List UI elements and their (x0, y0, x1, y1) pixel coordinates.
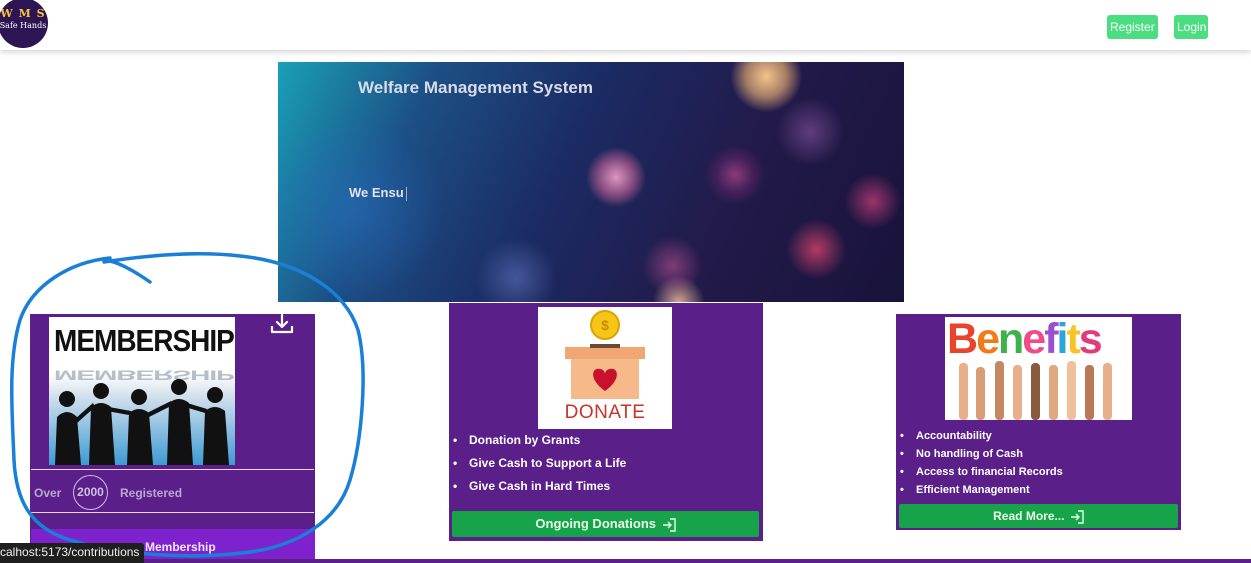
enter-icon (1070, 510, 1084, 524)
page: W M S Safe Hands Register Login Welfare … (0, 0, 1251, 563)
list-item: Efficient Management (896, 482, 1063, 500)
benefits-card: Benefits Accountability No handling of C… (896, 314, 1181, 530)
donations-card: $ DONATE Donation by Grants Give Cash to… (449, 303, 763, 541)
read-more-label: Read More... (993, 509, 1065, 523)
list-item: Donation by Grants (449, 432, 626, 455)
list-item: No handling of Cash (896, 446, 1063, 464)
stat-registered-label: Registered (120, 486, 183, 500)
list-item: Access to financial Records (896, 464, 1063, 482)
benefits-list: Accountability No handling of Cash Acces… (896, 428, 1063, 500)
membership-image-text: MEMBERSHIP (54, 323, 235, 358)
logo-initials: W M S (0, 7, 46, 20)
top-navbar: W M S Safe Hands Register Login (0, 0, 1251, 50)
membership-stats: Over 2000 Registered (31, 469, 314, 513)
enter-icon (662, 517, 676, 532)
donation-list: Donation by Grants Give Cash to Support … (449, 432, 626, 501)
ongoing-donations-button[interactable]: Ongoing Donations (452, 511, 759, 537)
download-icon[interactable] (270, 314, 294, 334)
read-more-button[interactable]: Read More... (899, 504, 1178, 528)
logo-tagline: Safe Hands (0, 21, 47, 30)
benefits-image-text: Benefits (947, 317, 1103, 363)
list-item: Give Cash in Hard Times (449, 478, 626, 501)
hero-typing-value: We Ensu (349, 185, 404, 200)
list-item: Give Cash to Support a Life (449, 455, 626, 478)
svg-text:$: $ (601, 317, 609, 333)
membership-image: MEMBERSHIP MEMBERSHIP (49, 317, 235, 465)
logo[interactable]: W M S Safe Hands (0, 0, 48, 48)
hero-banner: Welfare Management System We Ensu (278, 62, 904, 302)
list-item: Accountability (896, 428, 1063, 446)
benefits-image: Benefits (945, 317, 1132, 420)
login-button[interactable]: Login (1174, 15, 1208, 39)
member-count-badge: 2000 (73, 475, 108, 510)
hero-typing-text: We Ensu (349, 185, 407, 201)
donation-box-icon: $ (565, 310, 645, 399)
stat-over-label: Over (34, 486, 62, 500)
typing-cursor (405, 186, 407, 201)
bottom-border (0, 559, 1251, 563)
status-bar-url: calhost:5173/contributions (0, 543, 145, 563)
register-button[interactable]: Register (1107, 15, 1158, 39)
ongoing-donations-label: Ongoing Donations (535, 516, 656, 531)
hero-title: Welfare Management System (358, 78, 593, 97)
donate-image-text: DONATE (564, 402, 646, 423)
donate-image: $ DONATE (538, 307, 672, 429)
membership-card: MEMBERSHIP MEMBERSHIP Over 2000 Register… (30, 314, 315, 563)
people-silhouettes-icon (55, 379, 229, 465)
